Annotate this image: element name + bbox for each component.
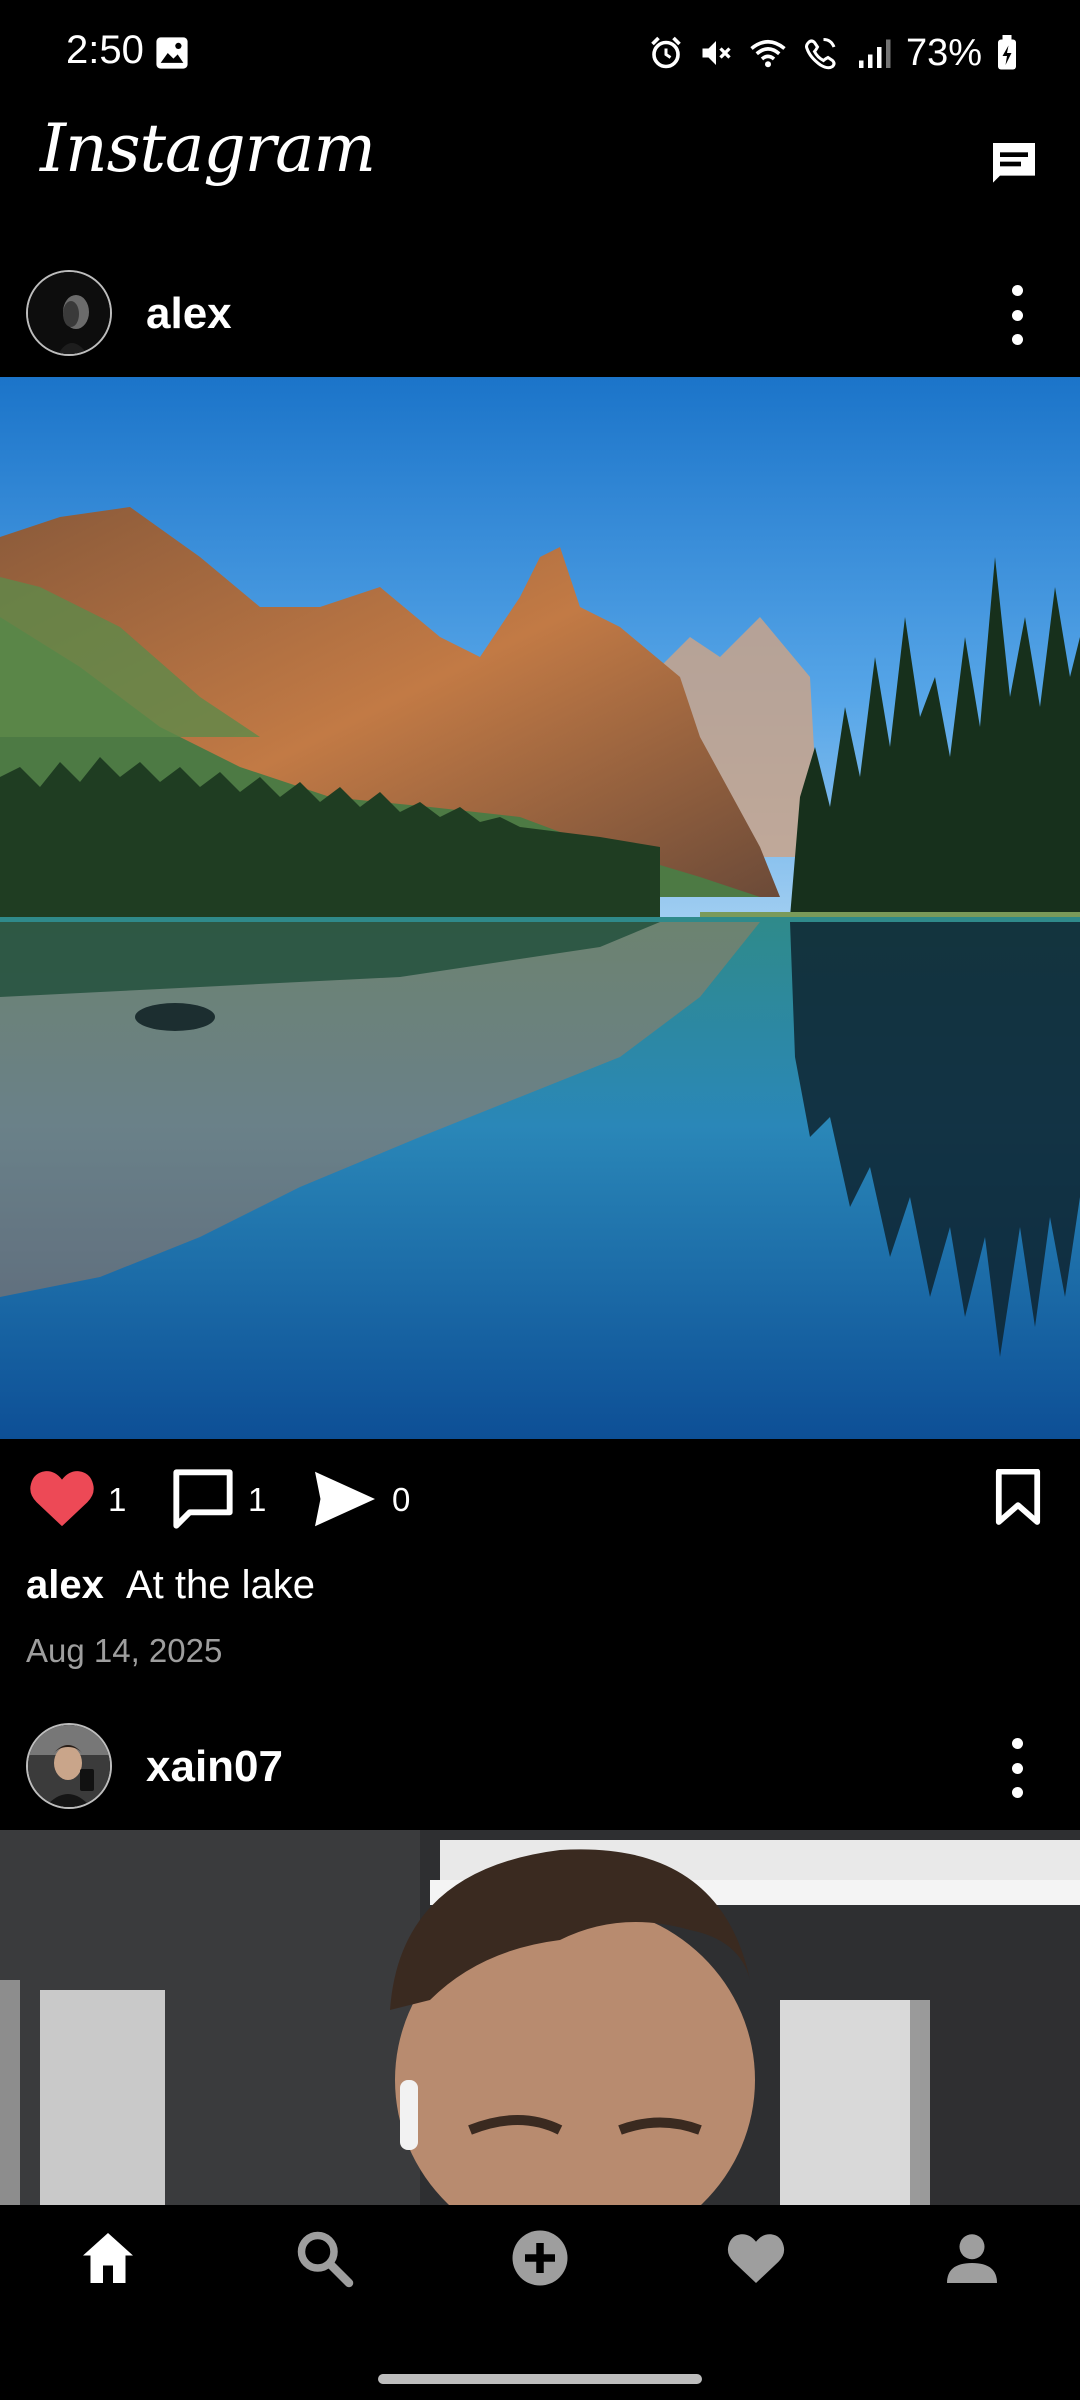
- avatar[interactable]: [26, 1723, 112, 1809]
- avatar-image: [28, 272, 110, 354]
- post-image[interactable]: [0, 377, 1080, 1439]
- signal-icon: [858, 39, 891, 68]
- battery-icon: [998, 35, 1016, 70]
- status-bar: 2:50 73%: [0, 0, 1080, 105]
- more-options-icon[interactable]: [1007, 285, 1027, 345]
- battery-percent: 73%: [905, 31, 982, 74]
- post-header: xain07: [0, 1708, 1080, 1828]
- comment-count: 1: [248, 1481, 267, 1518]
- add-icon[interactable]: [510, 2228, 570, 2288]
- profile-icon[interactable]: [942, 2228, 1002, 2288]
- comment-icon[interactable]: [170, 1467, 236, 1531]
- instagram-logo: Instagram: [40, 110, 376, 187]
- bookmark-icon[interactable]: [994, 1469, 1042, 1527]
- heart-icon[interactable]: [726, 2228, 786, 2288]
- more-options-icon[interactable]: [1007, 1738, 1027, 1798]
- avatar[interactable]: [26, 270, 112, 356]
- status-icons: 73%: [648, 28, 1018, 78]
- post-actions: 1 1 0: [0, 1439, 1080, 1559]
- home-indicator[interactable]: [378, 2374, 702, 2384]
- caption-username[interactable]: alex: [26, 1563, 104, 1608]
- avatar-image: [28, 1725, 110, 1807]
- alarm-icon: [651, 36, 681, 69]
- home-icon[interactable]: [78, 2228, 138, 2288]
- post-username[interactable]: alex: [146, 289, 232, 339]
- post-image-lake: [0, 377, 1080, 1439]
- search-icon[interactable]: [294, 2228, 354, 2288]
- wifi-calling-icon: [804, 38, 836, 70]
- share-icon[interactable]: [310, 1469, 380, 1529]
- share-count: 0: [392, 1481, 411, 1518]
- wifi-icon: [750, 39, 786, 68]
- like-icon[interactable]: [28, 1467, 96, 1529]
- post-date: Aug 14, 2025: [26, 1632, 223, 1669]
- status-time: 2:50: [66, 28, 144, 72]
- post-header: alex: [0, 255, 1080, 375]
- message-icon[interactable]: [986, 136, 1042, 192]
- like-count: 1: [108, 1481, 127, 1518]
- caption-text: At the lake: [126, 1563, 316, 1607]
- mute-icon: [702, 41, 731, 65]
- gallery-icon: [156, 37, 188, 69]
- post-username[interactable]: xain07: [146, 1742, 283, 1792]
- post-image[interactable]: [0, 1830, 1080, 2205]
- post-image-selfie: [0, 1830, 1080, 2205]
